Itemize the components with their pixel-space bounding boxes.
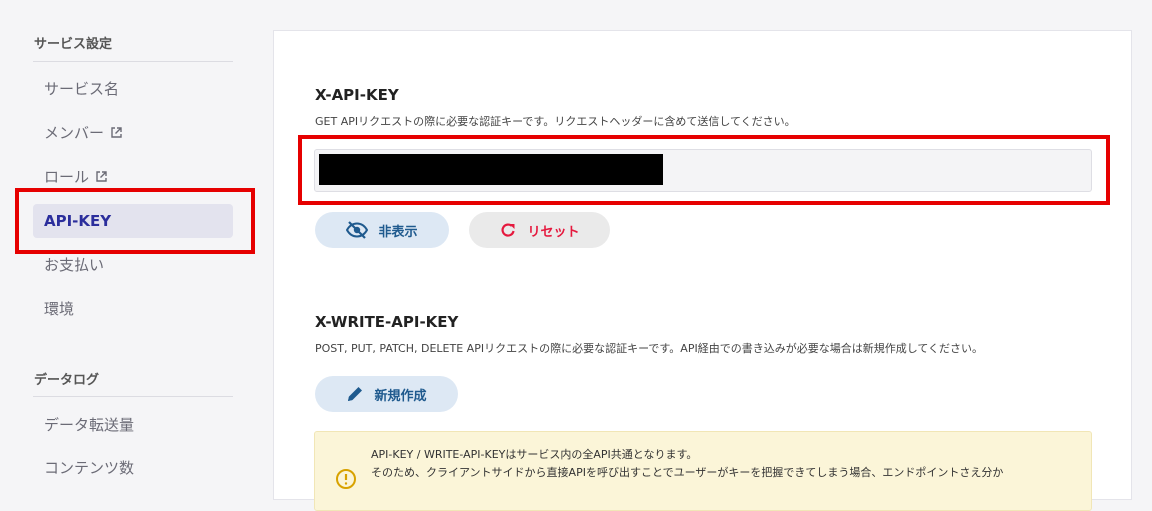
sidebar-item-label: データ転送量 (44, 415, 135, 434)
create-new-button[interactable]: 新規作成 (315, 376, 458, 412)
create-new-button-label: 新規作成 (374, 388, 427, 404)
sidebar-item-members[interactable]: メンバー (33, 115, 233, 149)
divider (33, 61, 233, 62)
sidebar-item-label: メンバー (44, 123, 105, 142)
warning-notice: API-KEY / WRITE-API-KEYはサービス内の全API共通となりま… (314, 431, 1092, 511)
highlight-box (298, 135, 1110, 205)
main-panel: X-API-KEY GET APIリクエストの際に必要な認証キーです。リクエスト… (273, 30, 1132, 511)
hide-button-label: 非表示 (378, 224, 418, 240)
external-link-icon (96, 170, 107, 182)
reset-button-label: リセット (527, 224, 580, 240)
section-title-service-settings: サービス設定 (34, 37, 113, 52)
notice-line: API-KEY / WRITE-API-KEYはサービス内の全API共通となりま… (371, 448, 698, 461)
sidebar-item-environment[interactable]: 環境 (33, 291, 233, 325)
write-api-key-description: POST, PUT, PATCH, DELETE APIリクエストの際に必要な認… (315, 342, 984, 355)
divider (33, 396, 233, 397)
sidebar-item-label: お支払い (44, 255, 105, 274)
pencil-icon (348, 387, 363, 401)
hide-button[interactable]: 非表示 (315, 212, 449, 248)
sidebar: サービス設定 サービス名 メンバー ロール API-KEY お支払い 環境 デー… (0, 0, 262, 478)
sidebar-item-label: ロール (44, 167, 90, 186)
warning-icon (336, 469, 356, 489)
sidebar-item-payment[interactable]: お支払い (33, 247, 233, 281)
api-key-description: GET APIリクエストの際に必要な認証キーです。リクエストヘッダーに含めて送信… (315, 115, 796, 128)
sidebar-item-label: 環境 (44, 299, 75, 318)
sidebar-item-label: コンテンツ数 (44, 458, 135, 477)
refresh-icon (502, 223, 516, 237)
api-key-title: X-API-KEY (315, 86, 399, 104)
section-title-data-log: データログ (34, 373, 100, 388)
sidebar-item-label: サービス名 (44, 79, 120, 98)
reset-button[interactable]: リセット (469, 212, 610, 248)
highlight-box (15, 188, 255, 254)
eye-off-icon (346, 221, 369, 239)
sidebar-item-data-transfer[interactable]: データ転送量 (33, 407, 233, 441)
external-link-icon (111, 126, 122, 138)
write-api-key-title: X-WRITE-API-KEY (315, 313, 459, 331)
sidebar-item-content-count[interactable]: コンテンツ数 (33, 450, 233, 484)
sidebar-item-service-name[interactable]: サービス名 (33, 71, 233, 105)
